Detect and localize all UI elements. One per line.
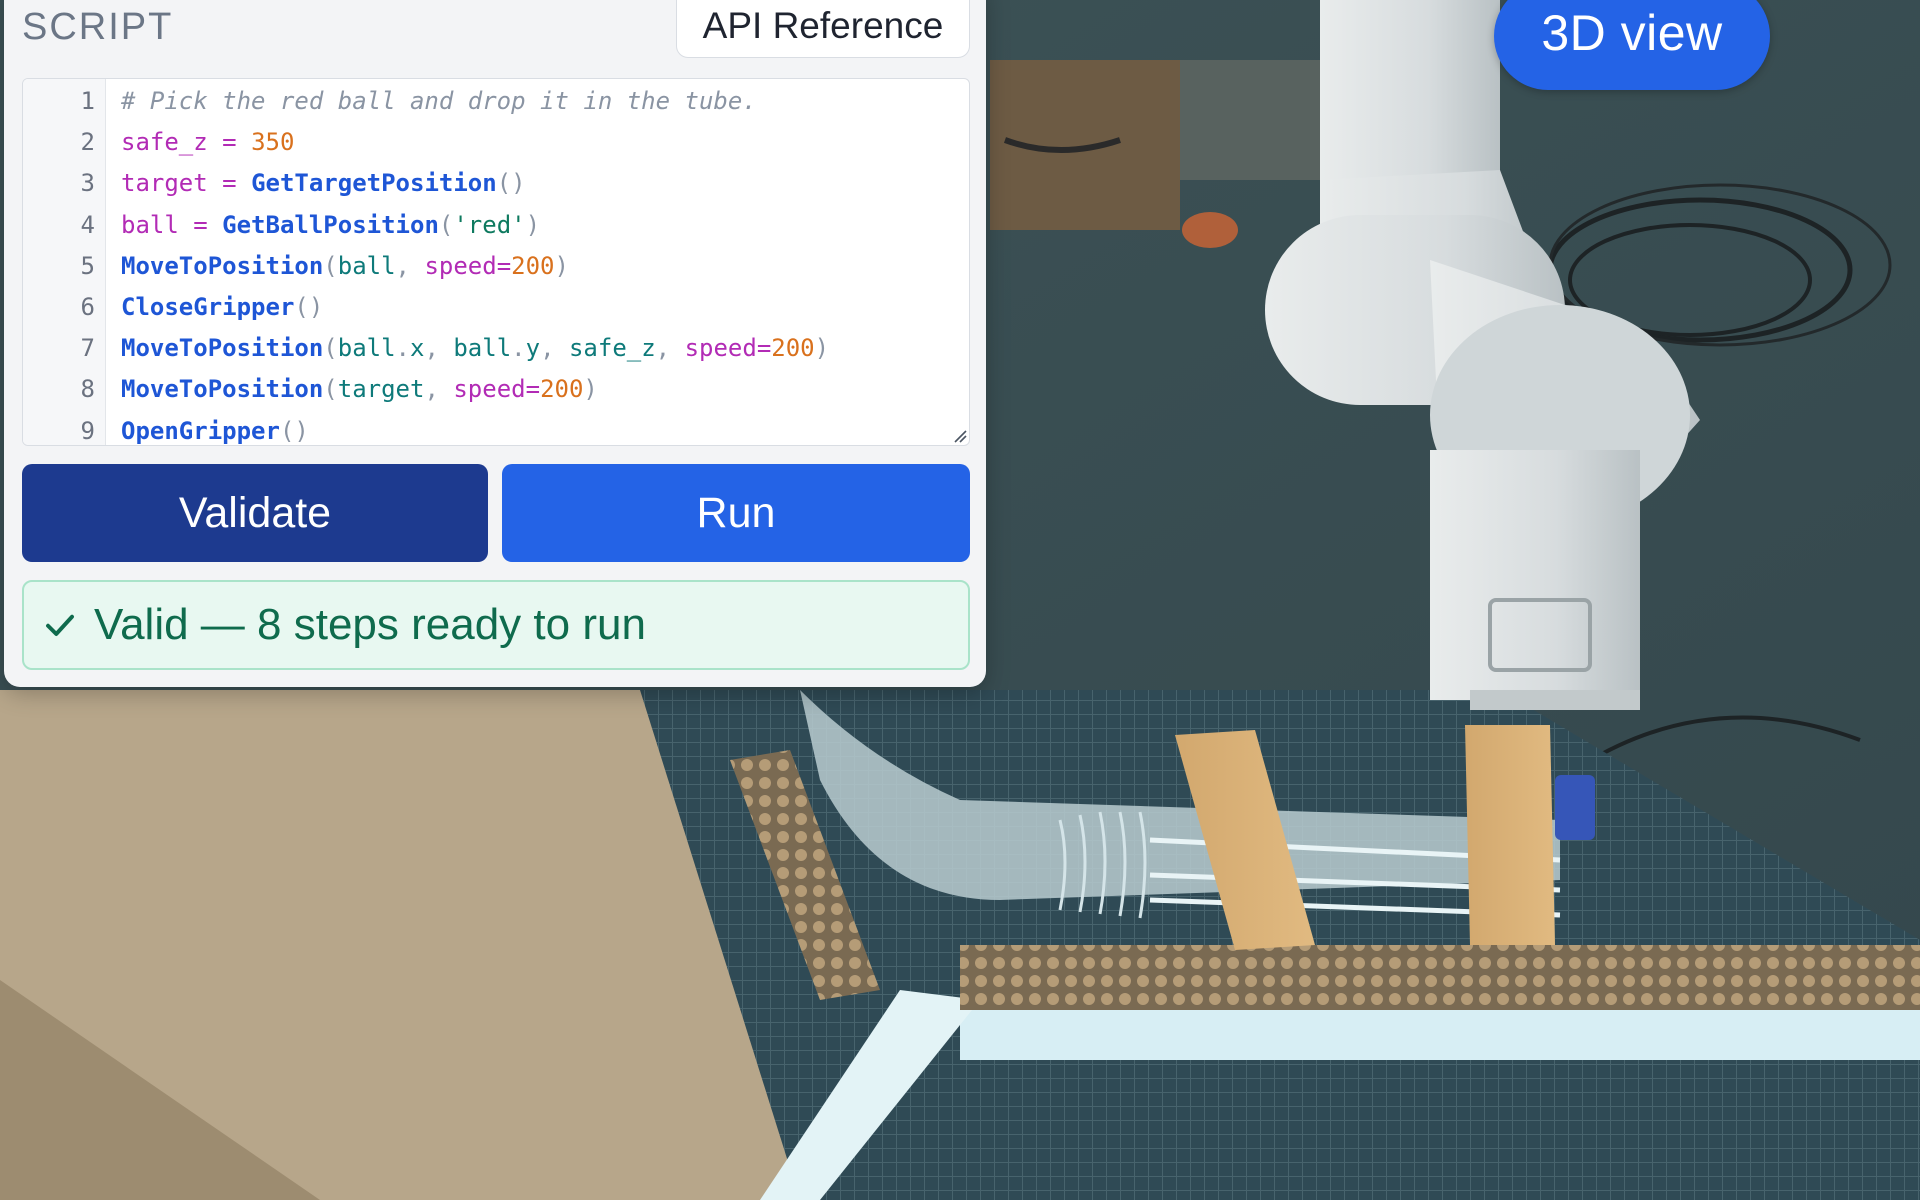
code-text[interactable]: # Pick the red ball and drop it in the t…	[121, 81, 757, 122]
code-line: 1 # Pick the red ball and drop it in the …	[23, 81, 969, 122]
check-icon	[46, 614, 74, 636]
code-text[interactable]: MoveToPosition(ball, speed=200)	[121, 246, 569, 287]
line-number: 1	[80, 87, 95, 115]
3d-view-button[interactable]: 3D view	[1494, 0, 1770, 90]
line-number: 7	[80, 334, 95, 363]
code-line: 9 OpenGripper()	[23, 411, 969, 446]
validate-button[interactable]: Validate	[22, 464, 488, 562]
code-text[interactable]: ball = GetBallPosition('red')	[121, 205, 540, 246]
code-line: 7 MoveToPosition(ball.x, ball.y, safe_z, …	[23, 328, 969, 369]
code-line: 2 safe_z = 350	[23, 122, 969, 163]
code-text[interactable]: OpenGripper()	[121, 411, 309, 446]
panel-title: SCRIPT	[22, 6, 174, 48]
status-text: Valid — 8 steps ready to run	[94, 600, 646, 649]
code-text[interactable]: CloseGripper()	[121, 287, 323, 328]
code-text[interactable]: MoveToPosition(target, speed=200)	[121, 369, 598, 410]
code-text[interactable]: MoveToPosition(ball.x, ball.y, safe_z, s…	[121, 328, 829, 369]
code-line: 4 ball = GetBallPosition('red')	[23, 205, 969, 246]
resize-handle-icon[interactable]	[951, 427, 967, 443]
api-reference-button[interactable]: API Reference	[676, 0, 970, 58]
code-lines: 1 # Pick the red ball and drop it in the …	[23, 79, 969, 446]
code-line: 5 MoveToPosition(ball, speed=200)	[23, 246, 969, 287]
line-number: 3	[80, 169, 95, 198]
line-number: 2	[80, 128, 95, 157]
code-text[interactable]: target = GetTargetPosition()	[121, 163, 526, 204]
script-panel: SCRIPT API Reference 1 # Pick the red bal…	[4, 0, 986, 687]
code-editor[interactable]: 1 # Pick the red ball and drop it in the …	[22, 78, 970, 446]
code-line: 3 target = GetTargetPosition()	[23, 163, 969, 204]
line-number: 8	[80, 375, 95, 404]
line-number: 4	[80, 210, 95, 239]
run-button[interactable]: Run	[502, 464, 970, 562]
code-line: 6 CloseGripper()	[23, 287, 969, 328]
code-line: 8 MoveToPosition(target, speed=200)	[23, 369, 969, 410]
line-number: 5	[80, 251, 95, 280]
code-text[interactable]: safe_z = 350	[121, 122, 294, 163]
line-number: 9	[80, 416, 95, 445]
validation-status: Valid — 8 steps ready to run	[22, 580, 970, 670]
line-number: 6	[80, 292, 95, 321]
